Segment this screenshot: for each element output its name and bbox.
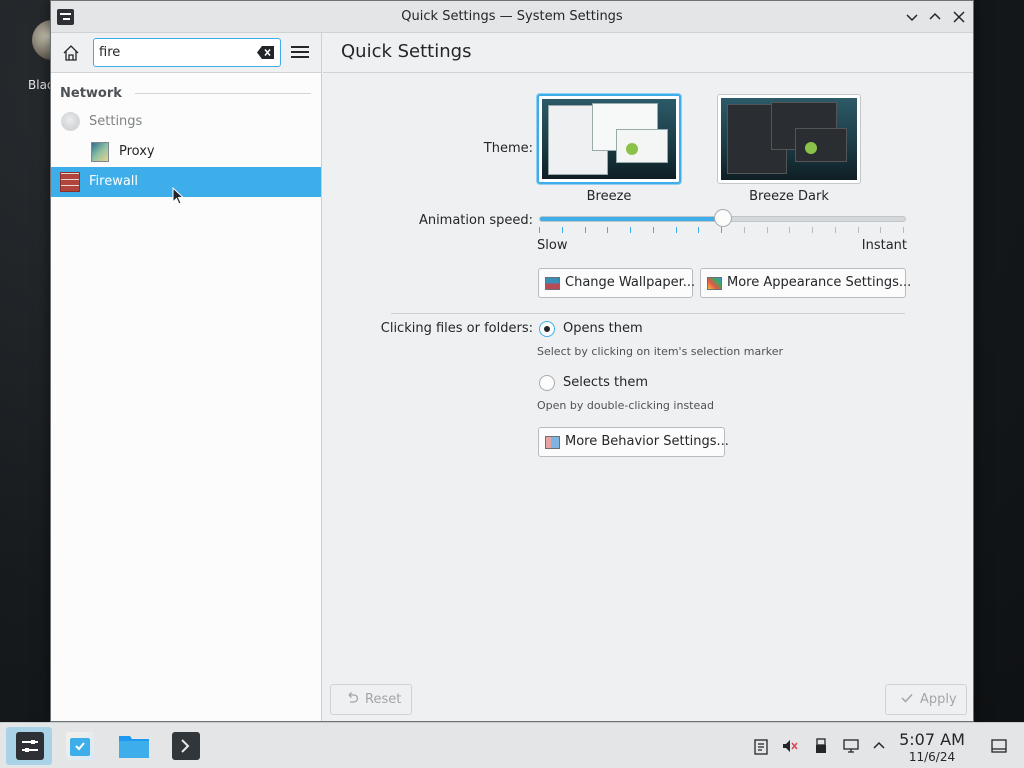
slider-ticks (539, 227, 906, 233)
volume-muted-icon[interactable] (781, 737, 799, 755)
slider-tick (653, 227, 654, 233)
terminal-task-icon[interactable] (172, 732, 200, 760)
network-settings-icon (61, 112, 80, 131)
apply-button[interactable]: Apply (885, 684, 967, 715)
network-icon[interactable] (842, 737, 860, 755)
clipboard-icon[interactable] (752, 737, 770, 755)
hamburger-menu-icon[interactable] (289, 43, 311, 63)
more-appearance-label: More Appearance Settings... (727, 275, 912, 290)
category-header: Network (60, 86, 122, 101)
theme-name-breeze: Breeze (586, 189, 632, 204)
slider-tick (903, 227, 904, 233)
reset-button[interactable]: Reset (330, 684, 412, 715)
breeze-dark-preview-image (721, 98, 857, 180)
radio-opens-them[interactable] (539, 321, 555, 337)
animation-speed-label: Animation speed: (418, 213, 533, 228)
more-behavior-settings-button[interactable]: More Behavior Settings... (538, 427, 729, 457)
slider-tick (767, 227, 768, 233)
slider-min-label: Slow (537, 238, 568, 253)
slider-tick (585, 227, 586, 233)
slider-tick (562, 227, 563, 233)
change-wallpaper-label: Change Wallpaper... (565, 275, 696, 290)
slider-tick (607, 227, 608, 233)
clicking-label: Clicking files or folders: (380, 321, 533, 336)
slider-tick (698, 227, 699, 233)
search-input[interactable] (99, 43, 249, 62)
clock-date[interactable]: 11/6/24 (892, 750, 972, 764)
sidebar-toolbar (51, 33, 321, 73)
slider-tick (789, 227, 790, 233)
slider-tick (858, 227, 859, 233)
more-behavior-label: More Behavior Settings... (565, 434, 729, 449)
minimize-icon[interactable] (902, 7, 922, 27)
search-field[interactable] (93, 38, 281, 67)
sidebar-item-label: Settings (89, 114, 143, 129)
theme-label: Theme: (483, 141, 533, 156)
theme-name-breeze-dark: Breeze Dark (749, 189, 829, 204)
breeze-preview-image (542, 99, 676, 179)
slider-tick (835, 227, 836, 233)
checkmark-icon (900, 691, 914, 709)
opens-them-hint: Select by clicking on item's selection m… (537, 345, 783, 358)
system-settings-window: Quick Settings — System Settings Network (50, 0, 974, 722)
reset-label: Reset (365, 692, 402, 707)
slider-tick (812, 227, 813, 233)
clear-search-icon[interactable] (257, 46, 274, 59)
slider-tick (539, 227, 540, 233)
slider-tick (630, 227, 631, 233)
proxy-icon (91, 142, 109, 162)
more-appearance-settings-button[interactable]: More Appearance Settings... (700, 268, 911, 298)
section-divider (391, 313, 905, 314)
slider-tick (721, 227, 722, 233)
page-header: Quick Settings (323, 33, 973, 73)
slider-tick (880, 227, 881, 233)
theme-option-breeze-dark[interactable] (717, 94, 861, 184)
change-wallpaper-button[interactable]: Change Wallpaper... (538, 268, 696, 298)
file-manager-task-icon[interactable] (118, 732, 149, 760)
usb-device-icon[interactable] (812, 737, 830, 755)
slider-handle[interactable] (714, 209, 732, 227)
selects-them-hint: Open by double-clicking instead (537, 399, 714, 412)
apply-label: Apply (920, 692, 957, 707)
page-title: Quick Settings (341, 41, 472, 62)
opens-them-label[interactable]: Opens them (563, 321, 643, 336)
home-icon[interactable] (59, 41, 83, 65)
mouse-cursor-icon (172, 186, 185, 211)
undo-icon (345, 691, 359, 709)
system-settings-task-icon[interactable] (16, 732, 44, 760)
sidebar-item-label: Firewall (89, 174, 139, 189)
firewall-icon (60, 172, 80, 192)
animation-speed-slider[interactable] (539, 209, 906, 227)
taskbar: 5:07 AM 11/6/24 (0, 722, 1024, 768)
appearance-icon (707, 277, 722, 290)
window-title: Quick Settings — System Settings (401, 9, 623, 24)
sidebar-item-label: Proxy (119, 144, 155, 159)
radio-selects-them[interactable] (539, 375, 555, 391)
show-hidden-icons-icon[interactable] (870, 737, 888, 755)
discover-task-icon[interactable] (66, 732, 94, 760)
close-icon[interactable] (949, 7, 969, 27)
titlebar[interactable]: Quick Settings — System Settings (51, 1, 973, 33)
sidebar-item-proxy[interactable]: Proxy (51, 137, 321, 167)
show-desktop-icon[interactable] (990, 737, 1008, 755)
clock-time[interactable]: 5:07 AM (892, 730, 972, 749)
slider-max-label: Instant (861, 238, 907, 253)
behavior-icon (545, 436, 560, 449)
quick-settings-page: Quick Settings Theme: Breeze Breeze Dark… (323, 33, 973, 721)
sidebar-item-firewall[interactable]: Firewall (51, 167, 321, 197)
sidebar-item-settings[interactable]: Settings (51, 107, 321, 137)
slider-tick (744, 227, 745, 233)
slider-tick (676, 227, 677, 233)
selects-them-label[interactable]: Selects them (563, 375, 648, 390)
wallpaper-icon (545, 277, 560, 290)
sidebar: Network Settings Proxy Firewall (51, 33, 322, 721)
maximize-icon[interactable] (925, 7, 945, 27)
slider-fill (540, 217, 723, 221)
category-divider (135, 93, 311, 94)
theme-option-breeze[interactable] (537, 94, 681, 184)
